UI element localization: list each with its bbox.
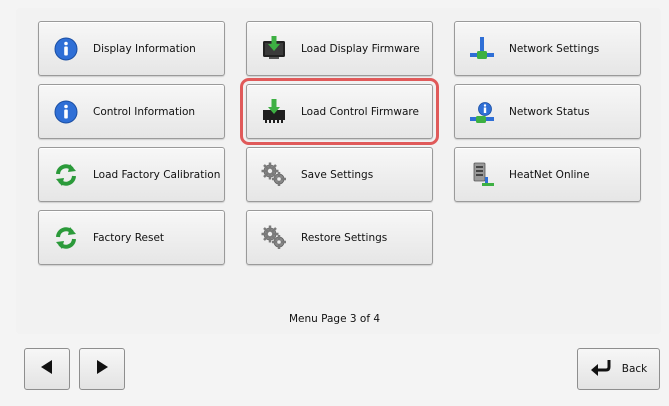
load-display-firmware-label: Load Display Firmware: [301, 42, 420, 55]
load-factory-calibration-label: Load Factory Calibration: [93, 168, 221, 181]
restore-settings-label: Restore Settings: [301, 231, 388, 244]
factory-reset-button[interactable]: Factory Reset: [38, 210, 225, 265]
network-status-button[interactable]: Network Status: [454, 84, 641, 139]
info-icon: [49, 95, 83, 129]
refresh-icon: [49, 158, 83, 192]
refresh-icon: [49, 221, 83, 255]
control-information-label: Control Information: [93, 105, 196, 118]
network-settings-label: Network Settings: [509, 42, 600, 55]
heatnet-online-button[interactable]: HeatNet Online: [454, 147, 641, 202]
heatnet-online-label: HeatNet Online: [509, 168, 590, 181]
gears-icon: [257, 221, 291, 255]
display-information-button[interactable]: Display Information: [38, 21, 225, 76]
back-label: Back: [621, 363, 648, 375]
back-button[interactable]: Back: [577, 348, 660, 390]
info-icon: [49, 32, 83, 66]
arrow-left-icon: [38, 358, 56, 380]
display-information-label: Display Information: [93, 42, 196, 55]
arrow-right-icon: [93, 358, 111, 380]
download-monitor-icon: [257, 32, 291, 66]
return-arrow-icon: [590, 358, 612, 380]
next-page-button[interactable]: [79, 348, 125, 390]
load-factory-calibration-button[interactable]: Load Factory Calibration: [38, 147, 225, 202]
previous-page-button[interactable]: [24, 348, 70, 390]
load-display-firmware-button[interactable]: Load Display Firmware: [246, 21, 433, 76]
load-control-firmware-button[interactable]: Load Control Firmware: [240, 78, 439, 145]
control-information-button[interactable]: Control Information: [38, 84, 225, 139]
network-status-icon: [465, 95, 499, 129]
load-control-firmware-label: Load Control Firmware: [301, 105, 419, 118]
save-settings-label: Save Settings: [301, 168, 374, 181]
network-icon: [465, 32, 499, 66]
menu-page-indicator: Menu Page 3 of 4: [288, 313, 381, 325]
network-settings-button[interactable]: Network Settings: [454, 21, 641, 76]
restore-settings-button[interactable]: Restore Settings: [246, 210, 433, 265]
factory-reset-label: Factory Reset: [93, 231, 165, 244]
gears-icon: [257, 158, 291, 192]
network-status-label: Network Status: [509, 105, 590, 118]
download-chip-icon: [257, 95, 291, 129]
save-settings-button[interactable]: Save Settings: [246, 147, 433, 202]
heatnet-server-icon: [465, 158, 499, 192]
